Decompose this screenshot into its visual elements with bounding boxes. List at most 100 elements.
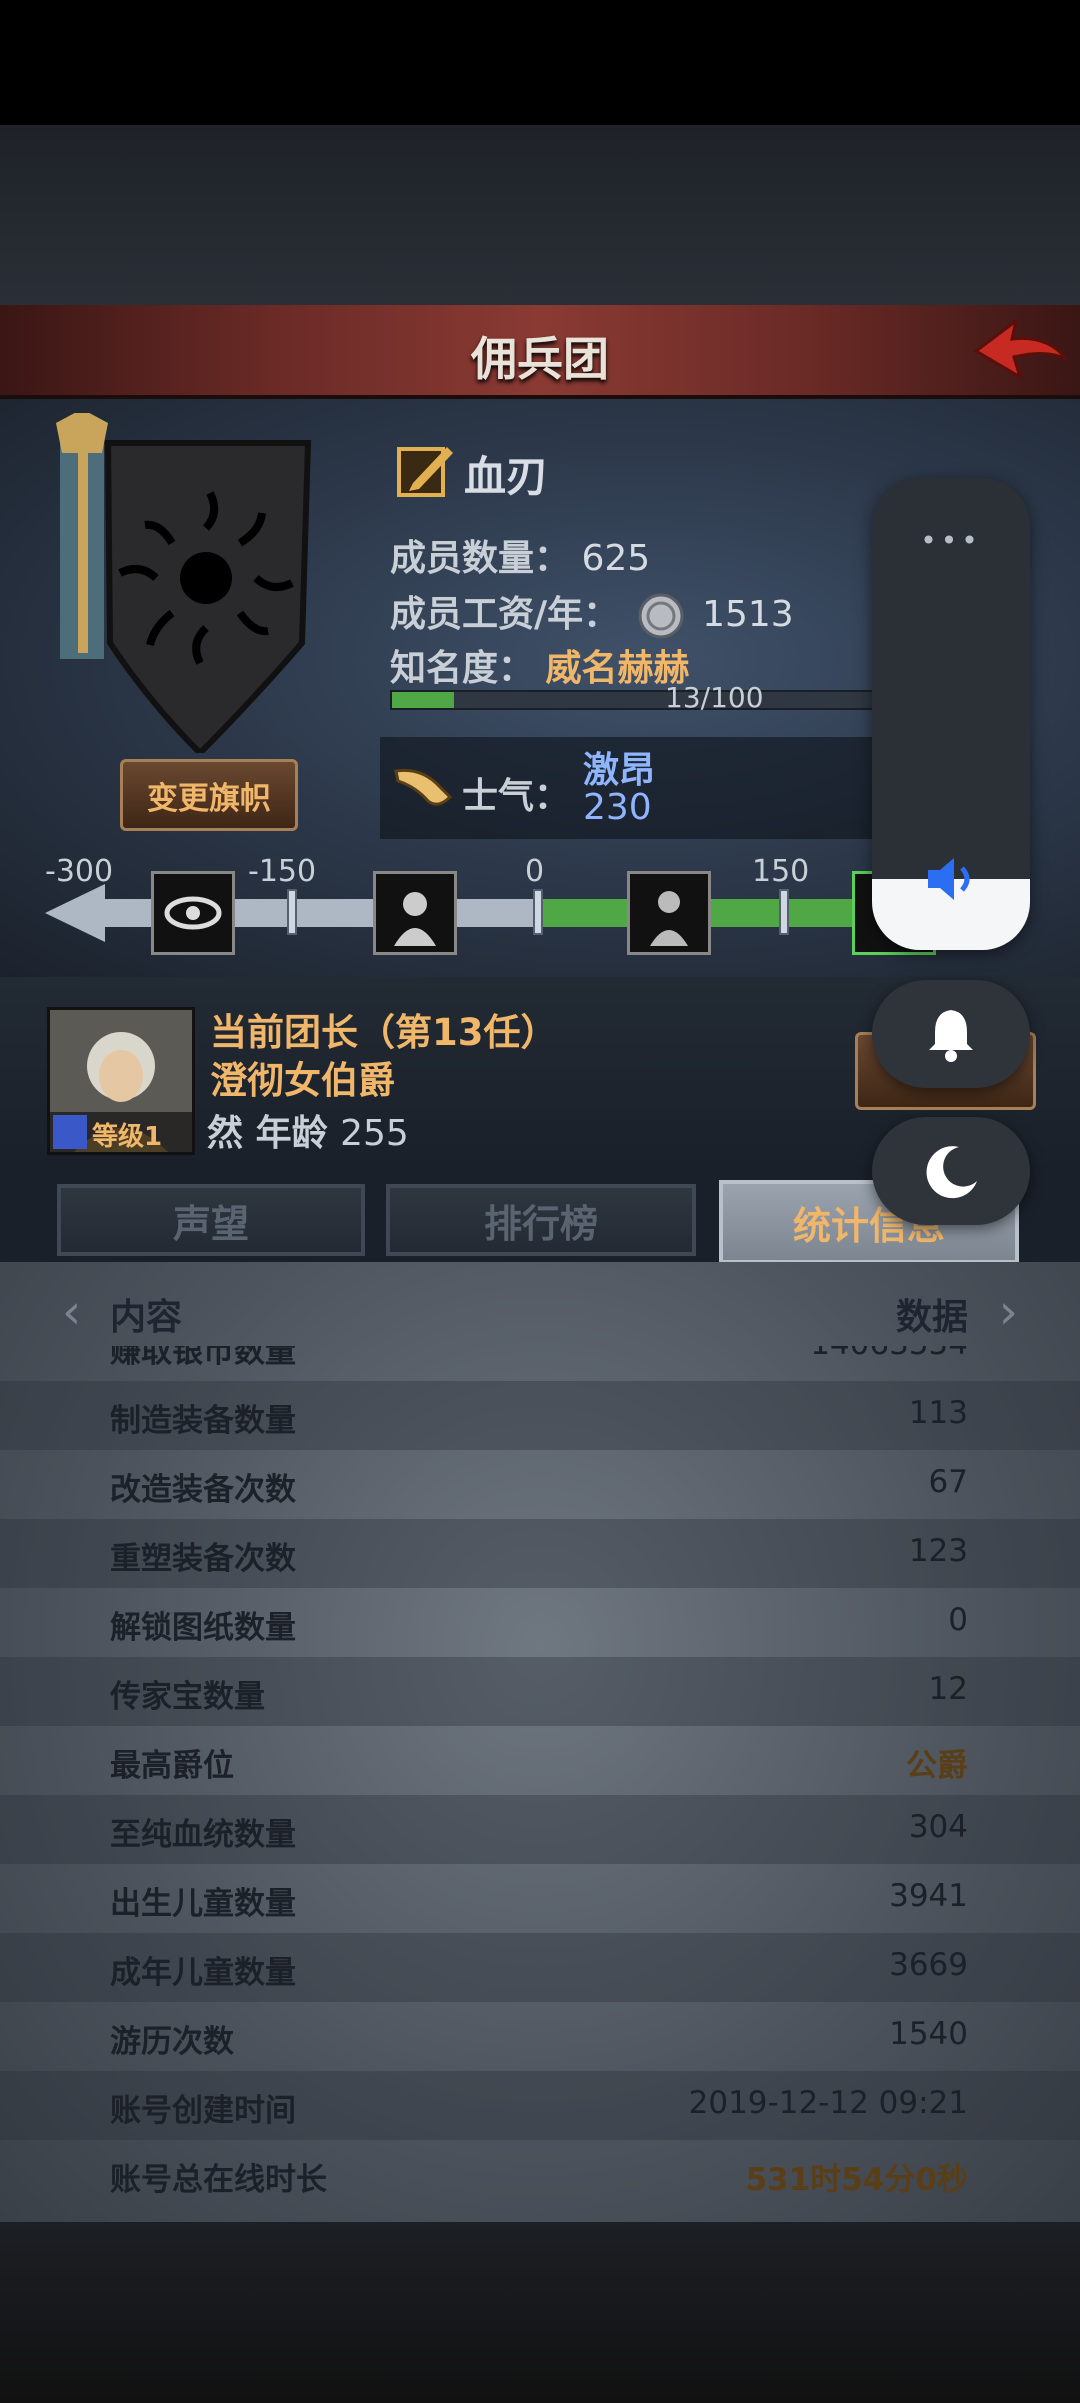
- stats-row: 重塑装备次数 123: [0, 1519, 1080, 1588]
- guild-banner-icon: [56, 413, 312, 753]
- stats-row-label: 传家宝数量: [110, 1679, 265, 1715]
- leader-age-label: 年龄: [255, 1113, 328, 1154]
- stats-row: 账号创建时间 2019-12-12 09:21: [0, 2071, 1080, 2140]
- leader-name: 澄彻女伯爵: [210, 1059, 395, 1102]
- stats-row: 制造装备数量 113: [0, 1381, 1080, 1450]
- silver-coin-icon: [638, 593, 684, 639]
- members-value: 625: [581, 538, 651, 579]
- scale-tick: [779, 889, 789, 935]
- morale-label: 士气：: [462, 776, 571, 817]
- stats-row-value: 12: [928, 1671, 968, 1707]
- stats-row: 传家宝数量 12: [0, 1657, 1080, 1726]
- stats-row: 赚取银币数量 14063554: [0, 1346, 1080, 1381]
- members-label: 成员数量：: [390, 538, 571, 579]
- volume-more-icon[interactable]: •••: [872, 524, 1030, 557]
- scale-tick: [287, 889, 297, 935]
- stats-row-label: 出生儿童数量: [110, 1886, 296, 1922]
- stats-panel: ‹ 内容 数据 › 赚取银币数量 14063554 制造装备数量 113 改造装备次数 6…: [0, 1262, 1080, 2222]
- salary-value: 1513: [702, 594, 794, 635]
- dark-mode-toggle[interactable]: [872, 1117, 1030, 1225]
- stats-row-label: 游历次数: [110, 2024, 234, 2060]
- stats-col-data: 数据: [895, 1297, 968, 1338]
- stats-row-label: 解锁图纸数量: [110, 1610, 296, 1646]
- volume-slider[interactable]: •••: [872, 478, 1030, 950]
- stats-row-value: 1540: [889, 2016, 968, 2052]
- status-bar-area: [0, 0, 1080, 125]
- fame-count: 13/100: [665, 681, 764, 714]
- fame-row: 知名度： 威名赫赫: [390, 639, 689, 691]
- stats-row: 成年儿童数量 3669: [0, 1933, 1080, 2002]
- sword-icon: [53, 1115, 87, 1149]
- stats-row: 最高爵位 公爵: [0, 1726, 1080, 1795]
- stats-row: 账号总在线时长 531时54分0秒: [0, 2140, 1080, 2209]
- tab-reputation[interactable]: 声望: [57, 1184, 365, 1256]
- stats-row: 游历次数 1540: [0, 2002, 1080, 2071]
- stats-row-label: 重塑装备次数: [110, 1541, 296, 1577]
- leader-level: 等级1: [92, 1122, 163, 1152]
- page-title: 佣兵团: [471, 332, 609, 386]
- leader-age-prefix: 然: [207, 1113, 244, 1154]
- stats-col-content: 内容: [110, 1297, 183, 1338]
- leader-portrait[interactable]: 等级1: [47, 1007, 195, 1155]
- edit-name-icon[interactable]: [395, 439, 457, 501]
- morale-box: 士气： 激昂 230: [380, 737, 875, 839]
- morale-eye-icon: [151, 871, 235, 955]
- stats-row: 解锁图纸数量 0: [0, 1588, 1080, 1657]
- chevron-left-icon: ‹: [62, 1284, 82, 1340]
- stats-row-value: 123: [908, 1533, 968, 1569]
- back-arrow-icon[interactable]: [968, 313, 1072, 385]
- members-row: 成员数量： 625: [390, 529, 650, 581]
- stats-row-value: 3941: [889, 1878, 968, 1914]
- salary-row: 成员工资/年： 1513: [390, 585, 794, 640]
- speaker-icon: [928, 858, 970, 900]
- fame-progress-bar: [390, 690, 874, 710]
- ringer-toggle[interactable]: [872, 980, 1030, 1088]
- morale-value: 230: [583, 787, 652, 828]
- stats-row-value: 0: [948, 1602, 968, 1638]
- scale-label-min: -300: [45, 854, 114, 889]
- stats-row-label: 赚取银币数量: [110, 1346, 296, 1370]
- fame-label: 知名度：: [390, 648, 535, 689]
- stats-row-value: 67: [928, 1464, 968, 1500]
- stats-row: 至纯血统数量 304: [0, 1795, 1080, 1864]
- scale-label-zero: 0: [525, 854, 545, 889]
- scale-label-high: 150: [752, 854, 810, 889]
- stats-row-value: 3669: [889, 1947, 968, 1983]
- bottom-bar: [0, 2222, 1080, 2403]
- leader-age: 然 年龄 255: [207, 1104, 409, 1156]
- stats-row-label: 最高爵位: [110, 1748, 234, 1784]
- salary-label: 成员工资/年：: [390, 594, 620, 635]
- stats-row-label: 成年儿童数量: [110, 1955, 296, 1991]
- morale-state: 激昂: [583, 750, 656, 791]
- scale-tick: [533, 889, 543, 935]
- chevron-right-icon: ›: [998, 1284, 1018, 1340]
- horn-icon: [394, 768, 453, 806]
- stats-row-label: 制造装备数量: [110, 1403, 296, 1439]
- level-badge: 等级1: [50, 1112, 192, 1152]
- stats-header: ‹ 内容 数据 ›: [0, 1262, 1080, 1346]
- tab-ranking[interactable]: 排行榜: [386, 1184, 696, 1256]
- background-top: [0, 125, 1080, 305]
- stats-list[interactable]: 赚取银币数量14063554制造装备数量113改造装备次数67重塑装备次数123…: [0, 1346, 1080, 2222]
- stats-row-label: 改造装备次数: [110, 1472, 296, 1508]
- morale-calm-icon: [627, 871, 711, 955]
- stats-row-value: 2019-12-12 09:21: [688, 2085, 968, 2121]
- stats-row-label: 账号创建时间: [110, 2093, 296, 2129]
- morale-despair-icon: [373, 871, 457, 955]
- title-bar: 佣兵团: [0, 305, 1080, 399]
- stats-row-value: 113: [908, 1395, 968, 1431]
- scale-label-low: -150: [248, 854, 317, 889]
- stats-row: 改造装备次数 67: [0, 1450, 1080, 1519]
- leader-title: 当前团长（第13任）: [210, 1011, 558, 1054]
- fame-progress-fill: [392, 692, 455, 708]
- stats-row-label: 至纯血统数量: [110, 1817, 296, 1853]
- stats-row-value: 304: [908, 1809, 968, 1845]
- change-flag-button[interactable]: 变更旗帜: [120, 759, 298, 831]
- guild-name: 血刃: [464, 452, 549, 501]
- stats-row-value: 公爵: [906, 1748, 968, 1784]
- stats-row-value: 531时54分0秒: [745, 2162, 968, 2198]
- stats-row-value: 14063554: [810, 1346, 968, 1362]
- stats-row: 出生儿童数量 3941: [0, 1864, 1080, 1933]
- stats-row-label: 账号总在线时长: [110, 2162, 327, 2198]
- moon-icon: [926, 1146, 977, 1199]
